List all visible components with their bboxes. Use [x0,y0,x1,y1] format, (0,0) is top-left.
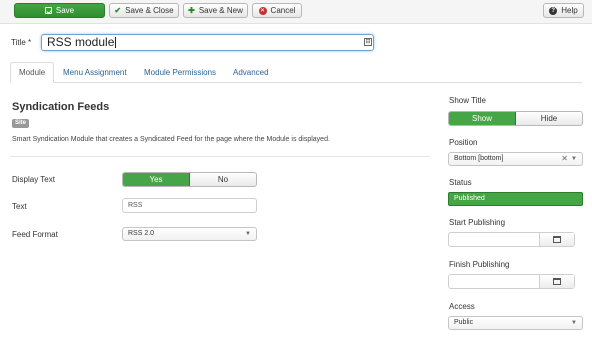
text-cursor [115,37,117,49]
save-close-button[interactable]: ✔ Save & Close [109,3,179,18]
show-title-toggle: Show Hide [448,111,583,126]
access-label: Access [449,302,475,311]
chevron-down-icon: ▼ [571,156,577,162]
tab-module[interactable]: Module [10,62,55,83]
show-title-label: Show Title [449,96,486,105]
tab-advanced[interactable]: Advanced [225,62,277,83]
save-icon [44,7,52,14]
module-heading: Syndication Feeds [12,101,110,113]
clear-icon[interactable]: ✕ [561,153,568,165]
display-text-no[interactable]: No [190,173,256,186]
help-label: Help [561,6,578,15]
start-publishing-calendar-button[interactable] [539,233,574,246]
position-value: Bottom [bottom] [454,155,504,162]
calendar-icon [553,236,561,243]
feed-format-value: RSS 2.0 [128,230,155,237]
text-label: Text [12,202,27,211]
section-divider [10,156,430,157]
finish-publishing-label: Finish Publishing [449,260,510,269]
text-input[interactable]: RSS [122,198,257,213]
save-button[interactable]: Save [14,3,105,18]
site-badge: Site [12,119,30,128]
save-label: Save [55,6,75,15]
plus-icon: ✚ [188,5,195,15]
status-select[interactable]: Published [448,192,583,206]
display-text-yes[interactable]: Yes [123,173,190,186]
chevron-down-icon: ▼ [571,320,577,326]
status-label: Status [449,178,472,187]
toggle-editor-icon[interactable]: ⊟ [364,38,372,46]
display-text-toggle: Yes No [122,172,257,187]
help-button[interactable]: ? Help [543,3,584,18]
position-select[interactable]: Bottom [bottom] ✕ ▼ [448,152,583,166]
module-description: Smart Syndication Module that creates a … [12,136,330,143]
feed-format-label: Feed Format [12,230,58,239]
access-select[interactable]: Public ▼ [448,316,583,330]
save-new-label: Save & New [198,6,243,15]
title-input[interactable]: RSS module [41,34,374,51]
access-value: Public [454,319,474,326]
start-publishing-field[interactable] [448,232,575,247]
save-new-button[interactable]: ✚ Save & New [183,3,248,18]
tab-module-permissions[interactable]: Module Permissions [136,62,224,83]
show-title-hide[interactable]: Hide [516,112,582,125]
check-icon: ✔ [114,5,122,15]
cancel-label: Cancel [270,6,296,15]
title-label: Title * [11,38,32,47]
cancel-button[interactable]: ✕ Cancel [252,3,302,18]
calendar-icon [553,278,561,285]
show-title-show[interactable]: Show [449,112,516,125]
tab-menu-assignment[interactable]: Menu Assignment [55,62,135,83]
chevron-down-icon: ▼ [245,231,251,237]
display-text-label: Display Text [12,175,55,184]
title-value: RSS module [47,35,115,49]
start-publishing-label: Start Publishing [449,218,506,227]
save-close-label: Save & Close [125,6,174,15]
finish-publishing-calendar-button[interactable] [539,275,574,288]
help-icon: ? [549,6,558,15]
feed-format-select[interactable]: RSS 2.0 ▼ [122,227,257,241]
position-label: Position [449,138,478,147]
cancel-icon: ✕ [258,6,267,15]
finish-publishing-field[interactable] [448,274,575,289]
